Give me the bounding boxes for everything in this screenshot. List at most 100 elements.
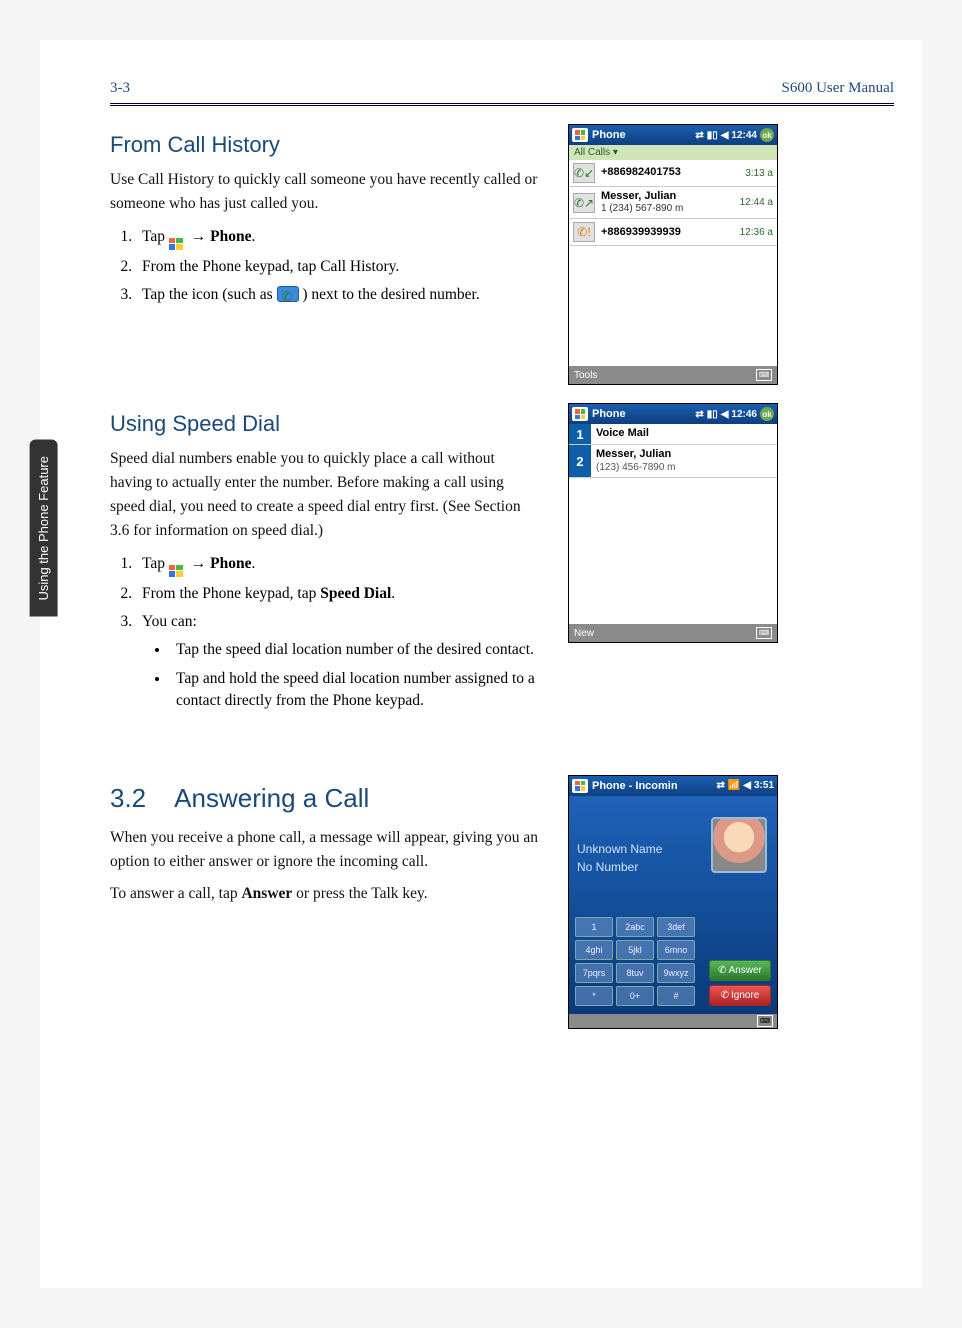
step-2: From the Phone keypad, tap Speed Dial. (136, 581, 540, 607)
page-number: 3-3 (110, 80, 130, 97)
section-tab: Using the Phone Feature (30, 440, 58, 617)
caller-number: No Number (577, 858, 662, 876)
keypad-key[interactable]: 1 (575, 917, 613, 937)
clock: 3:51 (754, 780, 774, 791)
clock: 12:46 (731, 409, 757, 420)
call-contact: +886939939939 (601, 226, 734, 239)
section3-p2: To answer a call, tap Answer or press th… (110, 882, 540, 906)
speed-dial-row[interactable]: 2Messer, Julian(123) 456-7890 m (569, 445, 777, 478)
step-2: From the Phone keypad, tap Call History. (136, 254, 540, 280)
keypad-key[interactable]: 4ghi (575, 940, 613, 960)
footer-bar: Tools ⌨ (569, 366, 777, 384)
keypad-key[interactable]: 0+ (616, 986, 654, 1006)
keypad-key[interactable]: 3def (657, 917, 695, 937)
start-icon[interactable] (572, 407, 588, 421)
section2-steps: Tap → Phone. From the Phone keypad, tap … (110, 551, 540, 713)
call-direction-icon[interactable]: ✆! (573, 222, 595, 242)
subsection-speed-dial: Using Speed Dial (110, 411, 540, 437)
volume-icon[interactable]: ◀ (743, 780, 751, 791)
call-time: 12:44 a (740, 197, 773, 208)
call-time: 3:13 a (745, 168, 773, 179)
manual-title: S600 User Manual (782, 80, 895, 97)
filter-bar[interactable]: All Calls ▾ (569, 145, 777, 160)
call-direction-icon[interactable]: ✆↙ (573, 163, 595, 183)
phone-ignore-icon: ✆ (721, 990, 729, 1001)
titlebar: Phone - Incomin ⇄ 📶 ◀ 3:51 (569, 776, 777, 796)
call-signal-icon: 📶 (728, 780, 740, 791)
connectivity-icon[interactable]: ⇄ (695, 409, 703, 420)
signal-icon: ▮▯ (707, 409, 718, 420)
speed-dial-name: Voice Mail (596, 427, 772, 441)
dial-keypad: 12abc3def 4ghi5jkl6mno 7pqrs8tuv9wxyz *0+# (575, 917, 695, 1006)
screenshot-speed-dial: Phone ⇄ ▮▯ ◀ 12:46 ok 1Voice Mail2Messer… (568, 403, 778, 643)
section2-intro: Speed dial numbers enable you to quickly… (110, 447, 540, 543)
call-time: 12:36 a (740, 227, 773, 238)
bullet-1: Tap the speed dial location number of th… (170, 639, 540, 661)
section1-steps: Tap → Phone. From the Phone keypad, tap … (110, 224, 540, 308)
keypad-key[interactable]: 9wxyz (657, 963, 695, 983)
keypad-key[interactable]: 6mno (657, 940, 695, 960)
speed-dial-slot[interactable]: 2 (569, 445, 591, 477)
connectivity-icon[interactable]: ⇄ (716, 780, 724, 791)
step-3: You can: Tap the speed dial location num… (136, 609, 540, 713)
answer-button[interactable]: ✆ Answer (709, 960, 771, 981)
step-1: Tap → Phone. (136, 551, 540, 579)
call-contact: +886982401753 (601, 166, 739, 179)
section-answering-call: 3.2 Answering a Call (110, 783, 540, 814)
caller-avatar (711, 817, 767, 873)
section3-p1: When you receive a phone call, a message… (110, 826, 540, 874)
keypad-key[interactable]: 2abc (616, 917, 654, 937)
call-contact: Messer, Julian (601, 190, 734, 203)
tools-menu[interactable]: Tools (574, 370, 597, 381)
call-history-row[interactable]: ✆↙ +886982401753 3:13 a (569, 160, 777, 187)
call-info: +886939939939 (601, 226, 734, 239)
page-header: 3-3 S600 User Manual (110, 80, 894, 106)
app-title: Phone (592, 129, 626, 141)
new-button[interactable]: New (574, 628, 594, 639)
keypad-key[interactable]: * (575, 986, 613, 1006)
clock: 12:44 (731, 130, 757, 141)
start-icon[interactable] (572, 128, 588, 142)
screenshot-call-history: Phone ⇄ ▮▯ ◀ 12:44 ok All Calls ▾ ✆↙ +886… (568, 124, 778, 385)
section-title: Answering a Call (174, 783, 369, 814)
caller-name: Unknown Name (577, 840, 662, 858)
keypad-key[interactable]: 7pqrs (575, 963, 613, 983)
ignore-button[interactable]: ✆ Ignore (709, 985, 771, 1006)
start-icon[interactable] (572, 779, 588, 793)
speed-dial-info: Voice Mail (591, 424, 777, 444)
phone-answer-icon: ✆ (718, 965, 726, 976)
speed-dial-name: Messer, Julian (596, 448, 772, 462)
keyboard-icon[interactable]: ⌨ (757, 1015, 773, 1027)
volume-icon[interactable]: ◀ (721, 130, 729, 141)
connectivity-icon[interactable]: ⇄ (695, 130, 703, 141)
step-3: Tap the icon (such as ) next to the desi… (136, 282, 540, 308)
ok-button[interactable]: ok (760, 128, 774, 142)
ok-button[interactable]: ok (760, 407, 774, 421)
titlebar: Phone ⇄ ▮▯ ◀ 12:44 ok (569, 125, 777, 145)
call-direction-icon[interactable]: ✆↗ (573, 193, 595, 213)
call-info: Messer, Julian1 (234) 567-890 m (601, 190, 734, 215)
volume-icon[interactable]: ◀ (721, 409, 729, 420)
subsection-from-call-history: From Call History (110, 132, 540, 158)
section1-intro: Use Call History to quickly call someone… (110, 168, 540, 216)
incoming-panel: Unknown Name No Number 12abc3def 4ghi5jkl… (569, 796, 777, 1014)
titlebar: Phone ⇄ ▮▯ ◀ 12:46 ok (569, 404, 777, 424)
call-history-row[interactable]: ✆! +886939939939 12:36 a (569, 219, 777, 246)
call-history-row[interactable]: ✆↗ Messer, Julian1 (234) 567-890 m 12:44 a (569, 187, 777, 219)
keyboard-icon[interactable]: ⌨ (756, 627, 772, 639)
speed-dial-number: (123) 456-7890 m (596, 462, 772, 475)
call-icon (277, 286, 299, 302)
app-title: Phone - Incomin (592, 780, 678, 792)
speed-dial-info: Messer, Julian(123) 456-7890 m (591, 445, 777, 477)
step-1: Tap → Phone. (136, 224, 540, 252)
keyboard-icon[interactable]: ⌨ (756, 369, 772, 381)
speed-dial-slot[interactable]: 1 (569, 424, 591, 444)
footer-bar: ⌨ (569, 1014, 777, 1028)
signal-icon: ▮▯ (707, 130, 718, 141)
keypad-key[interactable]: 5jkl (616, 940, 654, 960)
screenshot-incoming-call: Phone - Incomin ⇄ 📶 ◀ 3:51 Unknown Name (568, 775, 778, 1029)
keypad-key[interactable]: # (657, 986, 695, 1006)
start-menu-icon (169, 238, 187, 252)
speed-dial-row[interactable]: 1 Voice Mail (569, 424, 777, 445)
keypad-key[interactable]: 8tuv (616, 963, 654, 983)
